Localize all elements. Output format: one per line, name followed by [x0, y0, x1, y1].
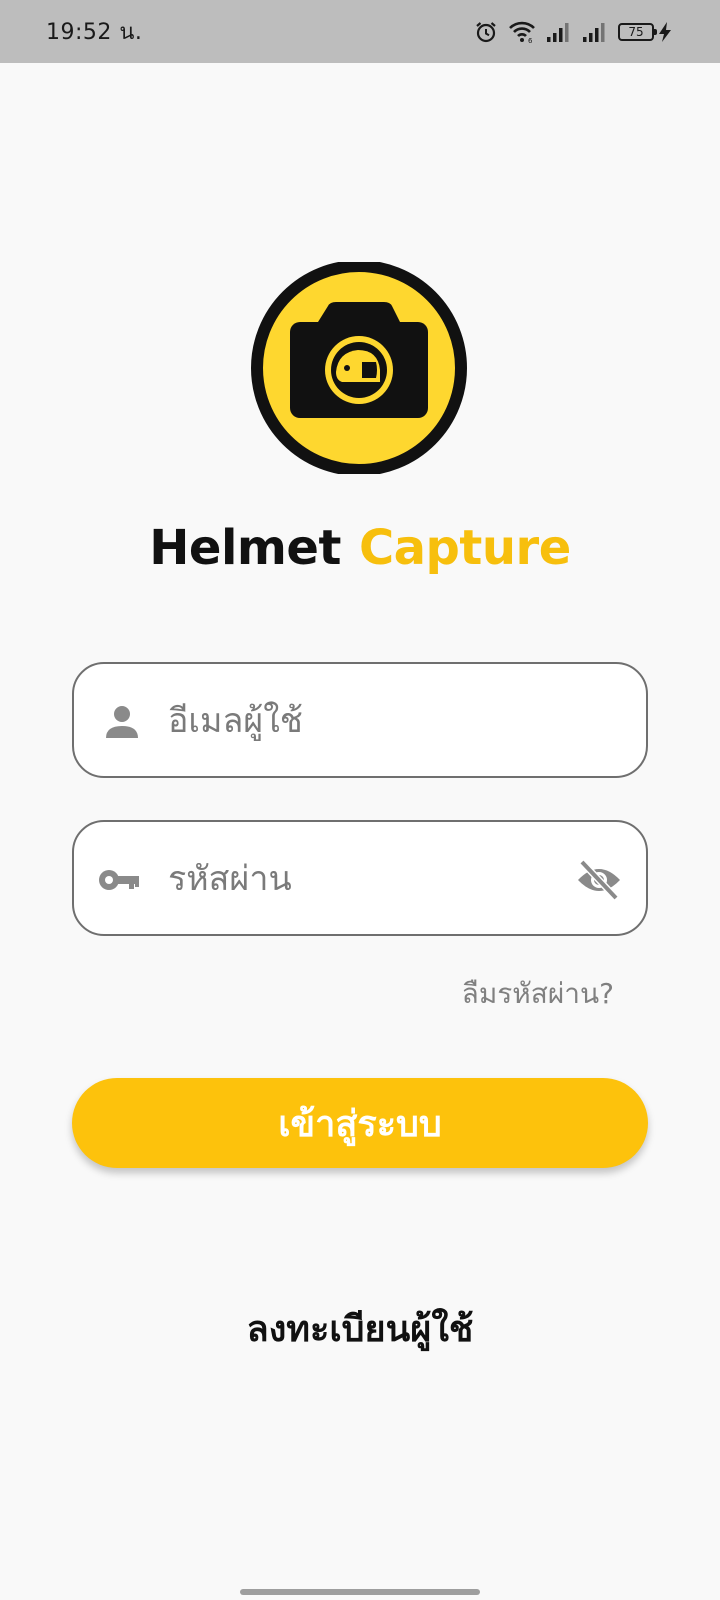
status-time: 19:52 น. — [46, 20, 143, 45]
person-icon — [106, 706, 138, 738]
login-button[interactable]: เข้าสู่ระบบ — [72, 1078, 648, 1168]
alarm-icon — [476, 21, 496, 42]
status-icons: 6 75 — [474, 20, 672, 44]
register-link[interactable]: ลงทะเบียนผู้ใช้ — [0, 1300, 720, 1357]
home-indicator[interactable] — [240, 1589, 480, 1595]
svg-text:6: 6 — [528, 37, 533, 44]
password-field[interactable] — [72, 820, 648, 936]
battery-indicator: 75 — [618, 21, 672, 43]
charging-icon — [659, 21, 671, 42]
camera-helmet-logo — [251, 262, 467, 474]
password-input[interactable] — [168, 846, 548, 912]
email-input[interactable] — [168, 688, 548, 754]
key-icon — [99, 870, 139, 890]
forgot-password-link[interactable]: ลืมรหัสผ่าน? — [462, 972, 614, 1016]
signal-icon — [547, 22, 569, 42]
email-field[interactable] — [72, 662, 648, 778]
signal-icon — [583, 22, 605, 42]
battery-icon: 75 — [618, 22, 657, 41]
eye-off-icon[interactable] — [576, 858, 622, 902]
app-title: Helmet Capture — [0, 520, 720, 576]
status-bar: 19:52 น. 6 75 — [0, 0, 720, 63]
app-title-capture: Capture — [358, 520, 571, 576]
wifi-icon: 6 — [509, 21, 535, 44]
app-title-helmet: Helmet — [149, 520, 341, 576]
